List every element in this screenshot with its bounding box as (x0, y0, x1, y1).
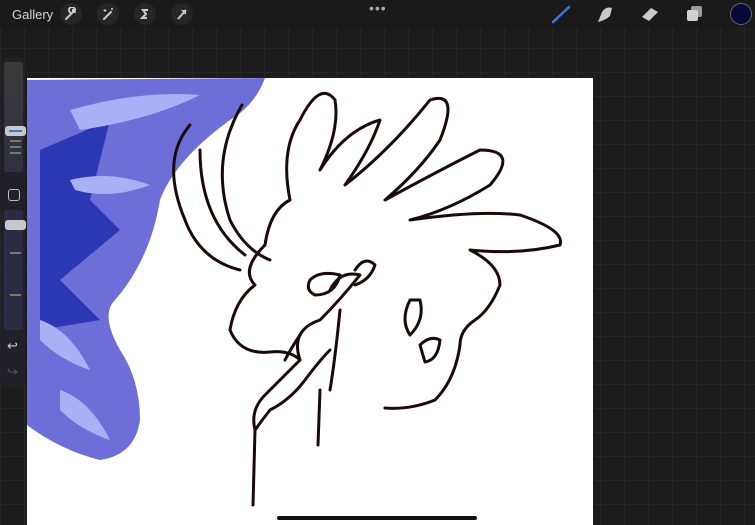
eraser-icon[interactable] (639, 4, 661, 29)
gallery-button[interactable]: Gallery (12, 7, 53, 22)
artwork (27, 78, 562, 507)
opacity-handle[interactable] (5, 220, 26, 230)
left-sidebar: ↩ ↪ (2, 58, 26, 388)
home-indicator (277, 516, 477, 520)
drawing-canvas[interactable] (27, 78, 593, 525)
brush-size-handle[interactable] (5, 126, 26, 136)
brush-size-slider[interactable] (4, 62, 26, 172)
selection-icon[interactable] (134, 3, 156, 25)
redo-icon[interactable]: ↪ (7, 364, 18, 380)
layers-icon[interactable] (684, 4, 706, 29)
modify-square-button[interactable] (8, 189, 20, 201)
opacity-slider[interactable] (4, 210, 26, 330)
top-toolbar: Gallery ••• (0, 0, 755, 28)
transform-arrow-icon[interactable] (171, 3, 193, 25)
adjustments-magic-wand-icon[interactable] (97, 3, 119, 25)
undo-icon[interactable]: ↩ (7, 338, 18, 354)
actions-wrench-icon[interactable] (60, 3, 82, 25)
more-options-button[interactable]: ••• (369, 0, 387, 16)
smudge-icon[interactable] (594, 4, 616, 29)
brush-icon[interactable] (550, 4, 572, 29)
color-picker-button[interactable] (730, 3, 752, 25)
